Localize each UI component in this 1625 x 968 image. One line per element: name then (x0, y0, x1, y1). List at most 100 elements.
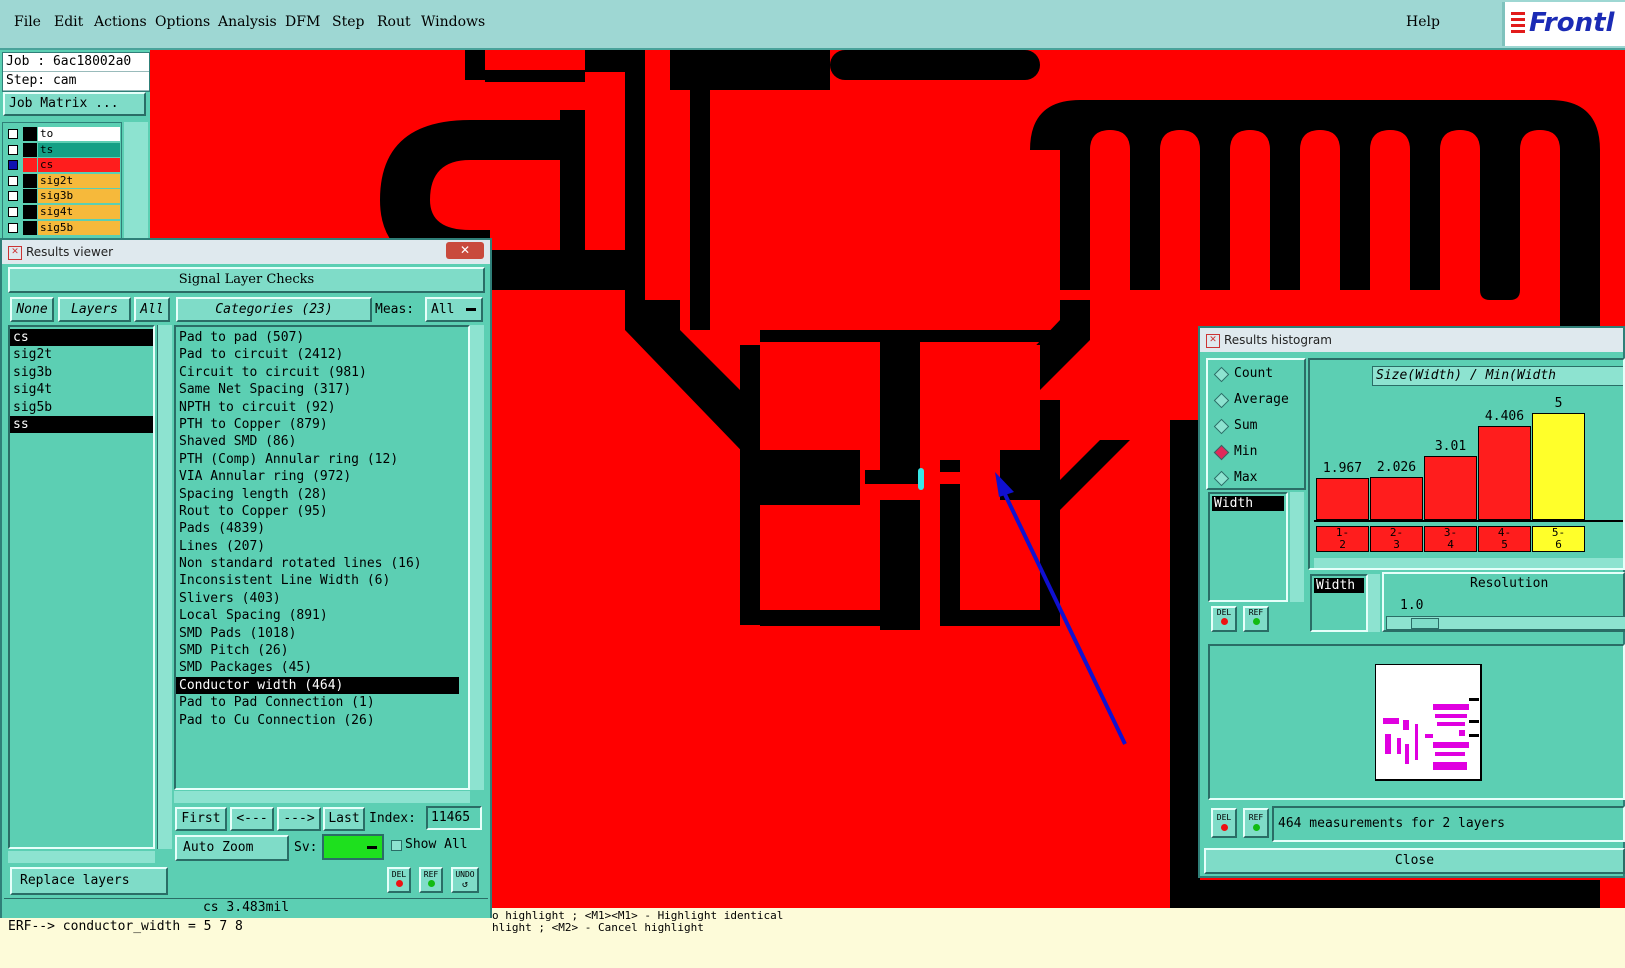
layer-row-sig3b[interactable]: sig3b (6, 189, 120, 204)
mode-radio-count[interactable]: Count (1213, 364, 1304, 386)
category-item[interactable]: Local Spacing (891) (176, 607, 468, 624)
menu-actions[interactable]: Actions (94, 14, 147, 30)
histogram-bar[interactable] (1532, 413, 1585, 520)
category-item[interactable]: Conductor width (464) (176, 676, 459, 695)
layer-checkbox[interactable] (8, 144, 18, 155)
layer-row-sig4t[interactable]: sig4t (6, 205, 120, 220)
layer-row-to[interactable]: to (6, 127, 120, 142)
all-layers-button[interactable]: All (134, 297, 170, 322)
layer-list-item[interactable]: ss (10, 415, 153, 434)
layer-checkbox[interactable] (8, 160, 18, 171)
meas-dropdown[interactable]: All (425, 297, 483, 322)
preview-ref-button[interactable]: REF (1243, 808, 1269, 838)
histogram-titlebar[interactable]: ✕ Results histogram (1200, 328, 1623, 352)
category-hscrollbar[interactable] (174, 791, 470, 803)
width-field[interactable]: Width (1212, 496, 1284, 511)
layer-list-item[interactable]: sig4t (10, 381, 153, 398)
category-item[interactable]: Rout to Copper (95) (176, 503, 468, 520)
category-item[interactable]: Shaved SMD (86) (176, 433, 468, 450)
replace-layers-dropdown[interactable]: Replace layers (10, 867, 168, 895)
category-item[interactable]: Pad to Cu Connection (26) (176, 712, 468, 729)
histogram-bar[interactable] (1370, 477, 1423, 520)
mode-radio-sum[interactable]: Sum (1213, 416, 1304, 438)
layer-row-ts[interactable]: ts (6, 142, 120, 158)
category-item[interactable]: NPTH to circuit (92) (176, 399, 468, 416)
first-button[interactable]: First (175, 807, 227, 831)
category-item[interactable]: SMD Packages (45) (176, 659, 468, 676)
board-preview-thumbnail[interactable] (1375, 664, 1483, 782)
category-item[interactable]: VIA Annular ring (972) (176, 468, 468, 485)
prev-button[interactable]: <--- (230, 807, 274, 831)
category-item[interactable]: SMD Pitch (26) (176, 642, 468, 659)
resolution-slider[interactable] (1386, 616, 1625, 630)
menu-rout[interactable]: Rout (377, 14, 411, 30)
category-item[interactable]: Pad to circuit (2412) (176, 346, 468, 363)
layers-button[interactable]: Layers (58, 297, 131, 322)
layer-list-scrollbar[interactable] (157, 325, 172, 849)
layer-row-cs[interactable]: cs (6, 158, 120, 173)
histogram-bin-label[interactable]: 3- 4 (1424, 526, 1477, 552)
width-field-scrollbar[interactable] (1290, 492, 1304, 602)
width-selector-scrollbar[interactable] (1368, 574, 1380, 632)
next-button[interactable]: ---> (277, 807, 321, 831)
chart-hscrollbar[interactable] (1314, 558, 1623, 568)
category-item[interactable]: Inconsistent Line Width (6) (176, 572, 468, 589)
menu-options[interactable]: Options (155, 14, 210, 30)
layer-hscrollbar[interactable] (8, 851, 155, 863)
mode-radio-max[interactable]: Max (1213, 468, 1304, 490)
category-item[interactable]: Pad to Pad Connection (1) (176, 694, 468, 711)
category-item[interactable]: PTH (Comp) Annular ring (12) (176, 451, 468, 468)
layer-checkbox[interactable] (8, 129, 18, 139)
close-icon[interactable]: ✕ (446, 242, 484, 259)
category-item[interactable]: Pads (4839) (176, 520, 468, 537)
layer-list-item[interactable]: sig3b (10, 364, 153, 381)
histogram-bin-label[interactable]: 1- 2 (1316, 526, 1369, 552)
category-item[interactable]: Pad to pad (507) (176, 329, 468, 346)
menu-dfm[interactable]: DFM (285, 14, 320, 30)
resolution-slider-thumb[interactable] (1411, 618, 1439, 629)
ref-button[interactable]: REF (419, 867, 443, 893)
category-item[interactable]: PTH to Copper (879) (176, 416, 468, 433)
menu-step[interactable]: Step (332, 14, 364, 30)
category-item[interactable]: Same Net Spacing (317) (176, 381, 468, 398)
del-button[interactable]: DEL (387, 867, 411, 893)
category-item[interactable]: SMD Pads (1018) (176, 625, 468, 642)
width-selector[interactable]: Width (1310, 574, 1368, 632)
menu-file[interactable]: File (14, 14, 41, 30)
category-item[interactable]: Non standard rotated lines (16) (176, 555, 468, 572)
sv-color-dropdown[interactable] (322, 834, 384, 860)
hist-ref-button[interactable]: REF (1243, 606, 1269, 632)
category-list[interactable]: Pad to pad (507) Pad to circuit (2412) Cir… (174, 325, 470, 790)
mode-radio-average[interactable]: Average (1213, 390, 1304, 412)
category-item[interactable]: Slivers (403) (176, 590, 468, 607)
layer-checkbox[interactable] (8, 207, 18, 217)
menu-windows[interactable]: Windows (421, 14, 485, 30)
layer-list-item[interactable]: sig5b (10, 399, 153, 416)
layer-checkbox[interactable] (8, 191, 18, 202)
show-all-checkbox[interactable] (391, 840, 402, 851)
histogram-bin-label[interactable]: 5- 6 (1532, 526, 1585, 552)
auto-zoom-dropdown[interactable]: Auto Zoom (175, 835, 289, 861)
menu-edit[interactable]: Edit (54, 14, 83, 30)
undo-button[interactable]: UNDO ↺ (451, 867, 479, 893)
menu-help[interactable]: Help (1406, 14, 1440, 30)
histogram-bar[interactable] (1478, 426, 1531, 520)
layer-checkbox[interactable] (8, 175, 18, 186)
none-button[interactable]: None (10, 297, 54, 322)
category-list-scrollbar[interactable] (470, 325, 484, 790)
layer-list-item[interactable]: sig2t (10, 346, 153, 363)
category-item[interactable]: Circuit to circuit (981) (176, 364, 468, 381)
width-field-list[interactable]: Width (1208, 492, 1288, 602)
job-matrix-button[interactable]: Job Matrix ... (3, 92, 146, 116)
mode-radio-min[interactable]: Min (1213, 442, 1304, 464)
layer-row-sig2t[interactable]: sig2t (6, 173, 120, 189)
last-button[interactable]: Last (323, 807, 365, 831)
menu-analysis[interactable]: Analysis (218, 14, 277, 30)
hist-del-button[interactable]: DEL (1211, 606, 1237, 632)
layer-list-item[interactable]: cs (10, 329, 153, 347)
layer-list-scroll[interactable] (124, 122, 148, 240)
histogram-bin-label[interactable]: 4- 5 (1478, 526, 1531, 552)
histogram-bar[interactable] (1424, 456, 1477, 520)
histogram-bar[interactable] (1316, 478, 1369, 520)
index-input[interactable]: 11465 (426, 806, 482, 830)
